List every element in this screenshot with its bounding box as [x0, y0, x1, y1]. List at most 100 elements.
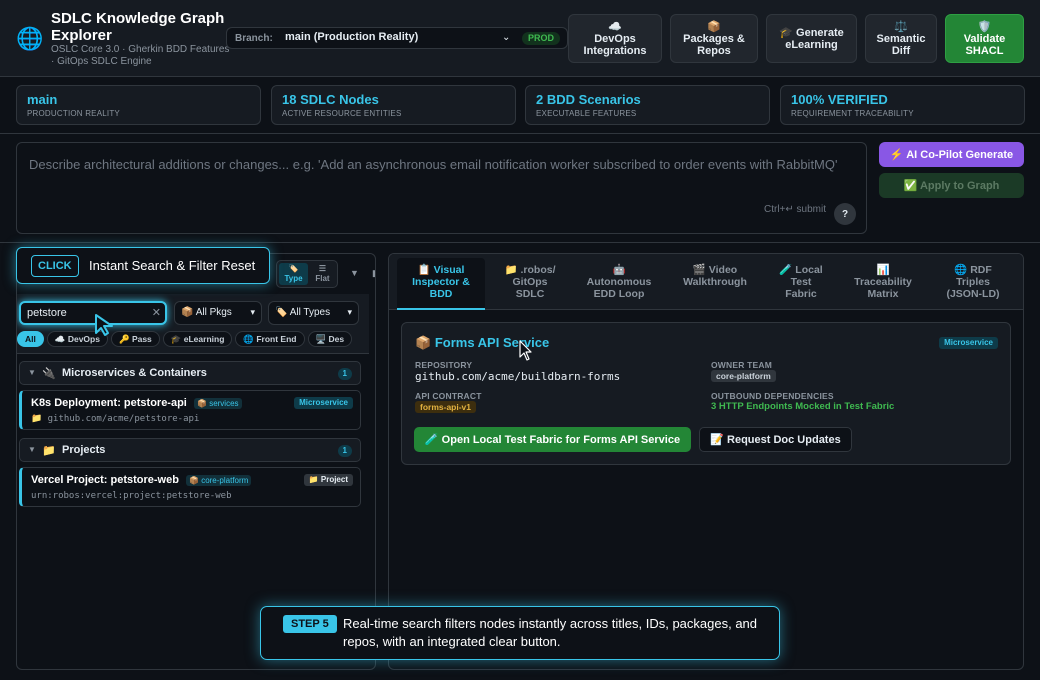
node-k8s-petstore-api[interactable]: K8s Deployment: petstore-api 📦 services … [19, 390, 361, 430]
cloud-icon: ☁️ [54, 334, 66, 344]
chip-desktop[interactable]: 🖥️ Des [307, 331, 353, 347]
submit-hint: Ctrl+↵ submit [763, 204, 826, 215]
plug-icon: 🔌 [42, 368, 56, 380]
chip-all[interactable]: All [17, 331, 44, 347]
stat-traceability: 100% VERIFIED REQUIREMENT TRACEABILITY [780, 85, 1025, 125]
step-text: Real-time search filters nodes instantly… [343, 616, 758, 649]
chip-elearning[interactable]: 🎓 eLearning [162, 331, 233, 347]
step-caption: STEP 5 Real-time search filters nodes in… [260, 606, 780, 660]
architecture-prompt-input[interactable]: Describe architectural additions or chan… [16, 142, 867, 234]
app-subtitle: OSLC Core 3.0 · Gherkin BDD Features · G… [51, 44, 230, 67]
branch-select-value[interactable]: main (Production Reality) [285, 31, 515, 43]
open-test-fabric-button[interactable]: 🧪 Open Local Test Fabric for Forms API S… [414, 427, 691, 452]
validate-shacl-button[interactable]: 🛡️ Validate SHACL [945, 14, 1024, 63]
app-title: SDLC Knowledge Graph Explorer [51, 10, 225, 44]
chevron-down-icon: ▾ [347, 307, 352, 317]
shield-icon: 🛡️ [977, 20, 992, 33]
tab-video-walkthrough[interactable]: 🎬 Video Walkthrough [665, 258, 765, 310]
prod-badge: PROD [522, 32, 561, 45]
package-tag: 📦 services [194, 398, 242, 409]
view-flat-button[interactable]: ☰ Flat [308, 263, 337, 285]
view-toggle[interactable]: 🏷️ Type ☰ Flat [276, 260, 338, 288]
package-icon: 📦 [707, 20, 721, 33]
branch-selector[interactable]: Branch: main (Production Reality) ⌄ PROD [226, 27, 568, 49]
semantic-diff-button[interactable]: ⚖️ Semantic Diff [865, 14, 937, 63]
devops-integrations-button[interactable]: ☁️ DevOps Integrations [568, 14, 662, 63]
group-count: 1 [337, 368, 352, 380]
search-input[interactable]: petstore ✕ [19, 301, 167, 325]
apply-to-graph-button[interactable]: ✅ Apply to Graph [879, 173, 1024, 198]
collapse-caret-icon[interactable]: ▼ [350, 268, 359, 278]
ai-copilot-generate-button[interactable]: ⚡ AI Co-Pilot Generate [879, 142, 1024, 167]
key-icon: 🔑 [118, 334, 130, 344]
dependencies-value: 3 HTTP Endpoints Mocked in Test Fabric [711, 401, 895, 412]
request-doc-updates-button[interactable]: 📝 Request Doc Updates [699, 427, 852, 452]
group-microservices[interactable]: ▼ 🔌 Microservices & Containers 1 [19, 361, 361, 385]
package-filter-select[interactable]: 📦 All Pkgs ▾ [174, 301, 262, 325]
tab-gitops-sdlc[interactable]: 📁 .robos/ GitOps SDLC [487, 258, 573, 310]
desktop-icon: 🖥️ [315, 334, 327, 344]
panel-edge-icon: ▮ [372, 268, 375, 279]
group-projects[interactable]: ▼ 📁 Projects 1 [19, 438, 361, 462]
chevron-down-icon: ⌄ [502, 32, 511, 43]
node-vercel-petstore-web[interactable]: Vercel Project: petstore-web 📦 core-plat… [19, 467, 361, 507]
clapper-icon: 🎬 [692, 264, 706, 276]
package-tag: 📦 core-platform [186, 475, 252, 486]
list-icon: ☰ [318, 264, 327, 273]
filter-bar: petstore ✕ 📦 All Pkgs ▾ 🏷️ All Types ▾ A… [17, 294, 369, 354]
globe-icon: 🌐 [243, 334, 254, 344]
tab-traceability-matrix[interactable]: 📊 Traceability Matrix [837, 258, 929, 310]
node-urn: urn:robos:vercel:project:petstore-web [31, 491, 232, 501]
clipboard-icon: 📋 [417, 264, 431, 276]
folder-icon: 📁 [31, 414, 43, 424]
click-callout: CLICK Instant Search & Filter Reset [16, 247, 270, 284]
app-header: 🌐 SDLC Knowledge Graph Explorer OSLC Cor… [0, 0, 1040, 77]
type-badge: 📁 Project [303, 474, 353, 486]
package-icon: 📦 [181, 307, 194, 318]
tag-icon: 🏷️ [288, 264, 299, 273]
tab-visual-inspector[interactable]: 📋 Visual Inspector & BDD [397, 258, 485, 310]
chip-front-end[interactable]: 🌐 Front End [235, 331, 305, 347]
type-badge: Microservice [294, 397, 353, 409]
chevron-down-icon: ▾ [250, 307, 255, 317]
prompt-placeholder: Describe architectural additions or chan… [29, 157, 838, 172]
cursor-icon [95, 314, 113, 336]
tab-local-test-fabric[interactable]: 🧪 Local Test Fabric [767, 258, 835, 310]
graduation-cap-icon: 🎓 [170, 334, 182, 344]
clear-search-icon[interactable]: ✕ [152, 306, 161, 319]
scales-icon: ⚖️ [894, 20, 908, 33]
owner-team-tag: core-platform [711, 370, 776, 382]
packages-repos-button[interactable]: 📦 Packages & Repos [670, 14, 758, 63]
step-tag: STEP 5 [283, 615, 337, 633]
tab-edd-loop[interactable]: 🤖 Autonomous EDD Loop [575, 258, 663, 310]
tag-icon: 🏷️ [275, 307, 288, 318]
tab-rdf-triples[interactable]: 🌐 RDF Triples (JSON-LD) [931, 258, 1015, 310]
callout-text: Instant Search & Filter Reset [89, 258, 256, 273]
cloud-icon: ☁️ [608, 20, 622, 33]
help-button[interactable]: ? [834, 203, 856, 225]
view-type-button[interactable]: 🏷️ Type [279, 263, 308, 285]
graduation-cap-icon: 🎓 [779, 26, 793, 39]
click-tag: CLICK [31, 255, 79, 277]
generate-elearning-button[interactable]: 🎓 Generate eLearning [766, 14, 857, 63]
group-count: 1 [337, 445, 352, 457]
chart-icon: 📊 [876, 264, 890, 276]
repo-link[interactable]: github.com/acme/buildbarn-forms [415, 370, 620, 383]
chevron-down-icon: ▼ [28, 445, 36, 454]
inspector-tabs: 📋 Visual Inspector & BDD 📁 .robos/ GitOp… [389, 254, 1023, 310]
folder-icon: 📁 [504, 264, 518, 276]
node-detail-card: 📦 Forms API Service Microservice REPOSIT… [401, 322, 1011, 465]
folder-icon: 📁 [42, 445, 56, 457]
category-chips: All ☁️ DevOps 🔑 Pass 🎓 eLearning 🌐 Front End… [17, 329, 369, 347]
type-filter-select[interactable]: 🏷️ All Types ▾ [268, 301, 359, 325]
stats-bar: main PRODUCTION REALITY 18 SDLC Nodes AC… [0, 77, 1040, 134]
prompt-area: Describe architectural additions or chan… [0, 134, 1040, 243]
mouse-pointer-icon [519, 340, 532, 361]
chip-pass[interactable]: 🔑 Pass [110, 331, 160, 347]
test-tube-icon: 🧪 [779, 264, 793, 276]
api-contract-tag: forms-api-v1 [415, 401, 477, 413]
chevron-down-icon: ▼ [28, 368, 36, 377]
globe-icon: 🌐 [16, 26, 44, 51]
globe-icon: 🌐 [954, 264, 968, 276]
branch-label: Branch: [235, 33, 273, 44]
